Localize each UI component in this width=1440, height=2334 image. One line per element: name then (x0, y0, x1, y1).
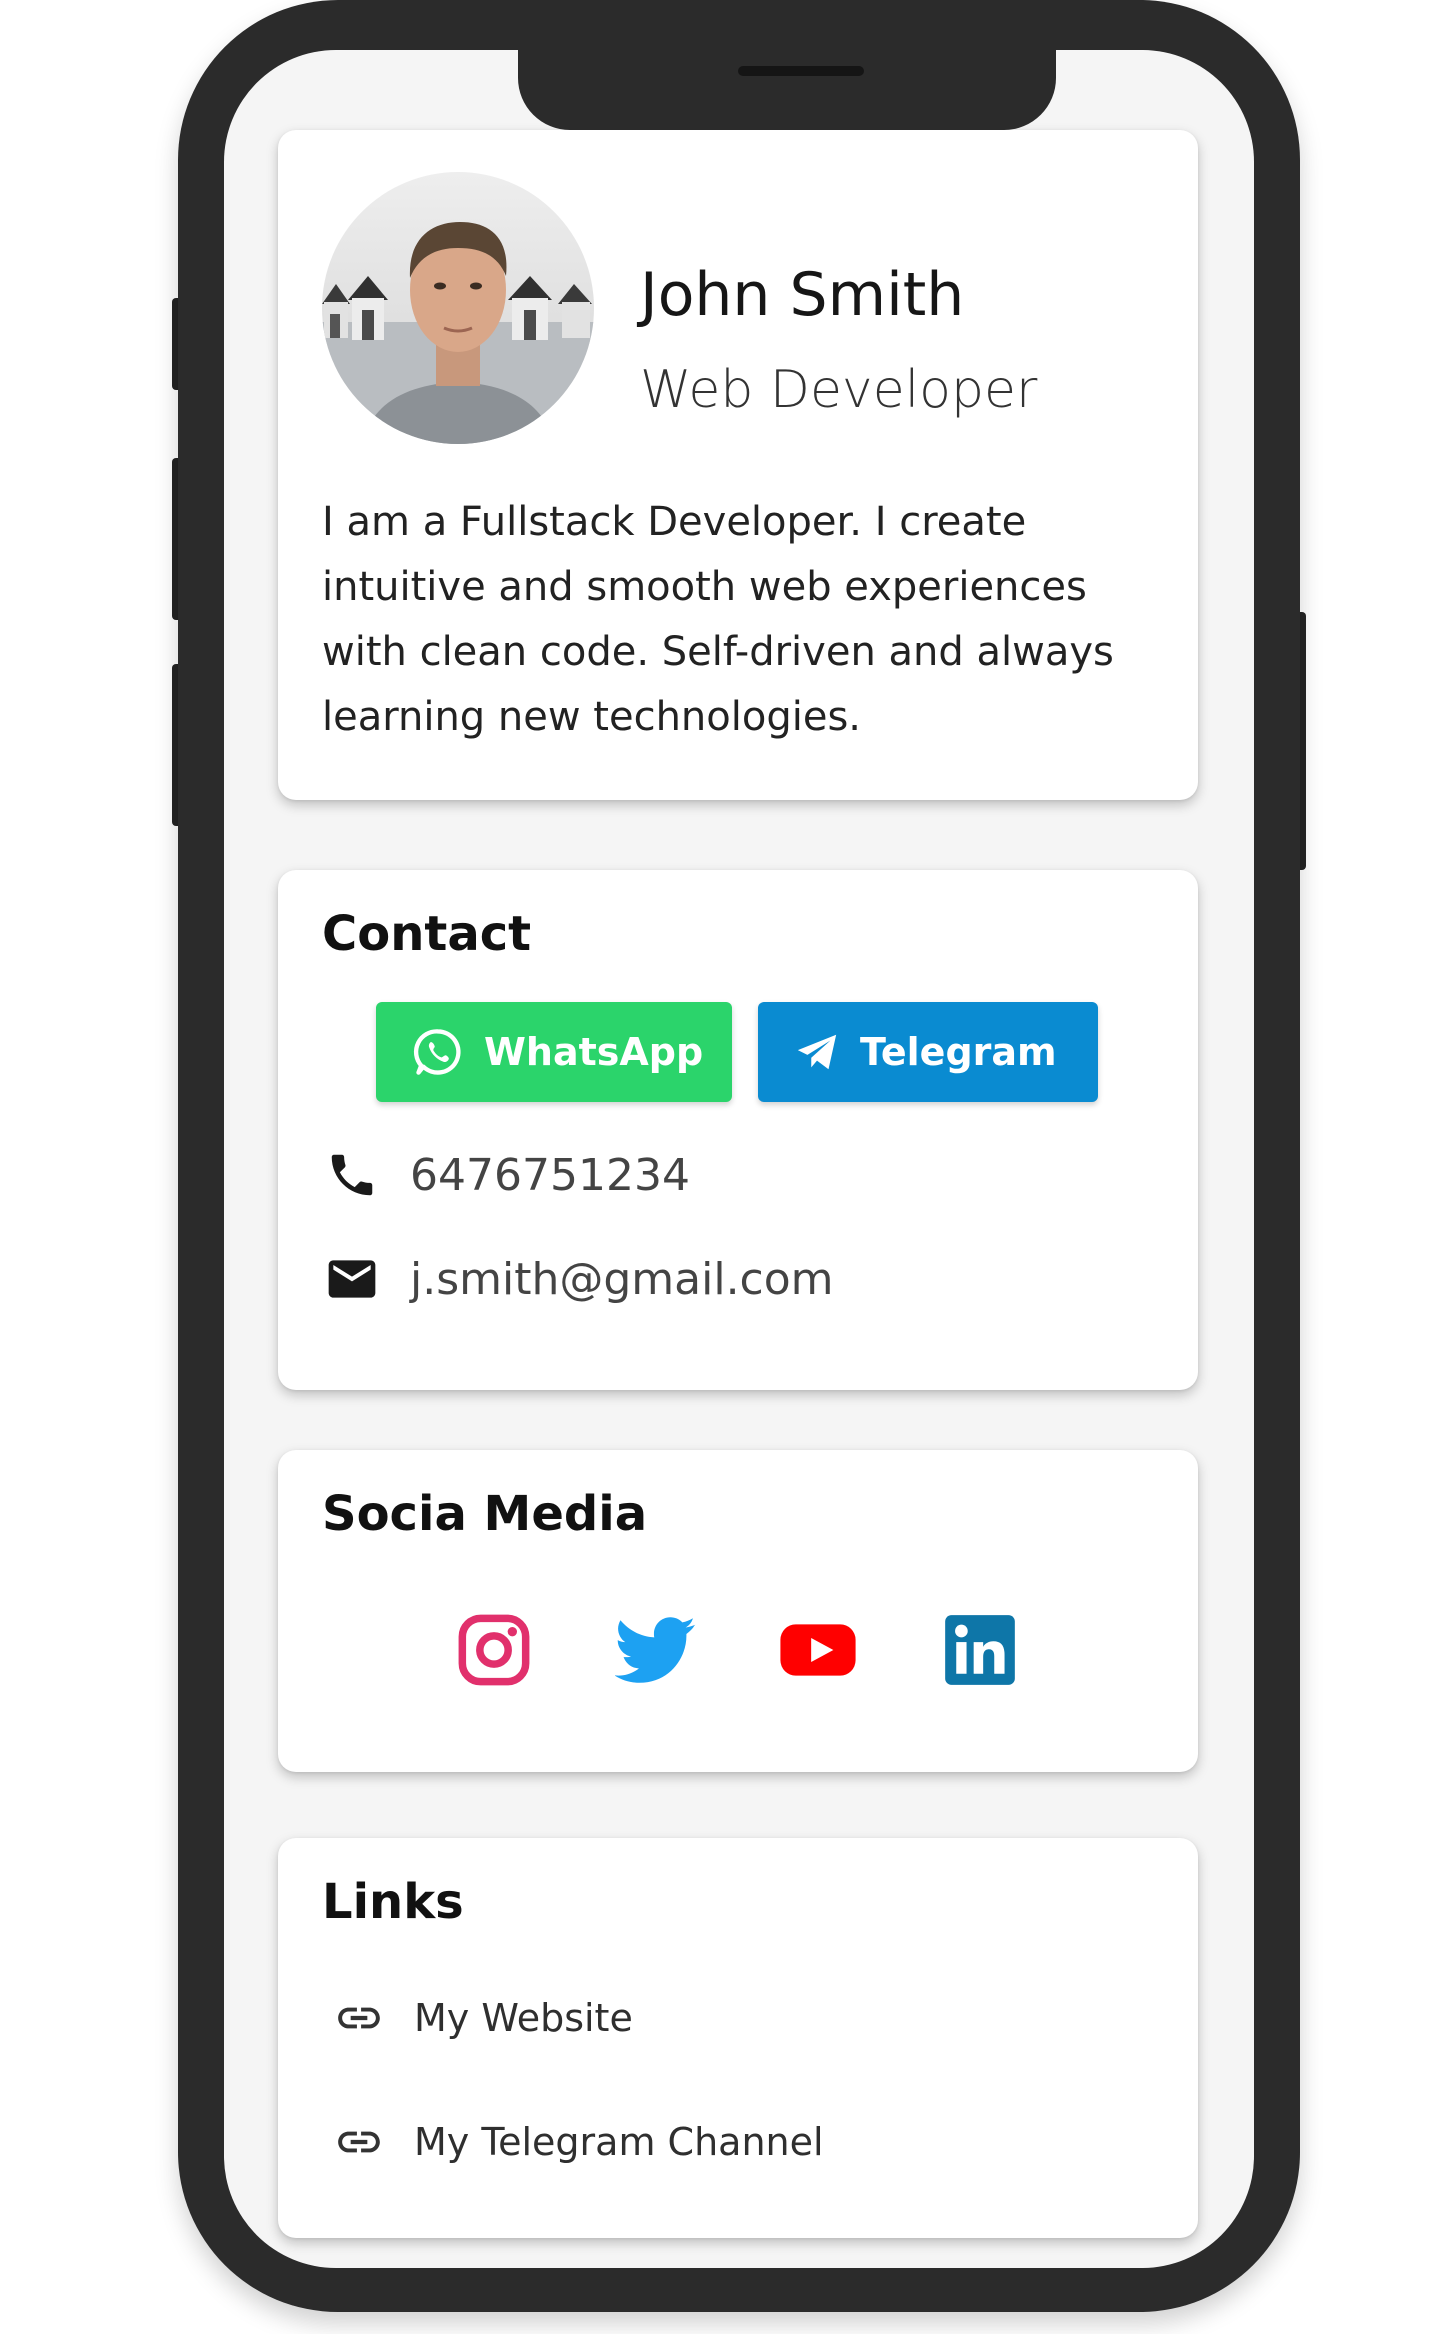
whatsapp-button[interactable]: WhatsApp (376, 1002, 732, 1102)
profile-role: Web Developer (640, 360, 1038, 420)
mail-icon (322, 1251, 382, 1307)
twitter-icon[interactable] (614, 1608, 698, 1692)
profile-bio: I am a Fullstack Developer. I create int… (322, 499, 1114, 740)
instagram-icon[interactable] (452, 1608, 536, 1692)
links-title: Links (322, 1874, 464, 1930)
link-label: My Website (414, 1996, 633, 2040)
profile-photo (322, 172, 594, 444)
social-media-card: Socia Media (278, 1450, 1198, 1772)
linkedin-icon[interactable] (938, 1608, 1022, 1692)
link-my-website[interactable]: My Website (334, 1988, 633, 2048)
phone-screen: John Smith Web Developer I am a Fullstac… (224, 50, 1254, 2268)
whatsapp-icon (412, 1026, 464, 1078)
link-icon (334, 1993, 384, 2043)
youtube-icon[interactable] (776, 1608, 860, 1692)
phone-icon (322, 1148, 382, 1202)
telegram-button-label: Telegram (860, 1030, 1057, 1074)
email-row[interactable]: j.smith@gmail.com (322, 1244, 834, 1314)
telegram-button[interactable]: Telegram (758, 1002, 1098, 1102)
links-card: Links My Website My Telegram Channel (278, 1838, 1198, 2238)
social-media-title: Socia Media (322, 1486, 648, 1542)
profile-card: John Smith Web Developer I am a Fullstac… (278, 130, 1198, 800)
telegram-icon (794, 1029, 840, 1075)
email-address[interactable]: j.smith@gmail.com (410, 1254, 834, 1305)
phone-frame: John Smith Web Developer I am a Fullstac… (178, 0, 1300, 2312)
whatsapp-button-label: WhatsApp (484, 1030, 704, 1074)
phone-row[interactable]: 6476751234 (322, 1140, 690, 1210)
link-icon (334, 2117, 384, 2167)
avatar (322, 172, 594, 444)
link-my-telegram-channel[interactable]: My Telegram Channel (334, 2112, 824, 2172)
profile-name: John Smith (640, 260, 965, 330)
contact-title: Contact (322, 906, 532, 962)
speaker-grille (738, 66, 864, 76)
phone-number[interactable]: 6476751234 (410, 1150, 690, 1201)
phone-notch (518, 50, 1056, 130)
page: John Smith Web Developer I am a Fullstac… (0, 0, 1440, 2334)
contact-card: Contact WhatsApp Telegram 6476751234 j.s… (278, 870, 1198, 1390)
link-label: My Telegram Channel (414, 2120, 824, 2164)
